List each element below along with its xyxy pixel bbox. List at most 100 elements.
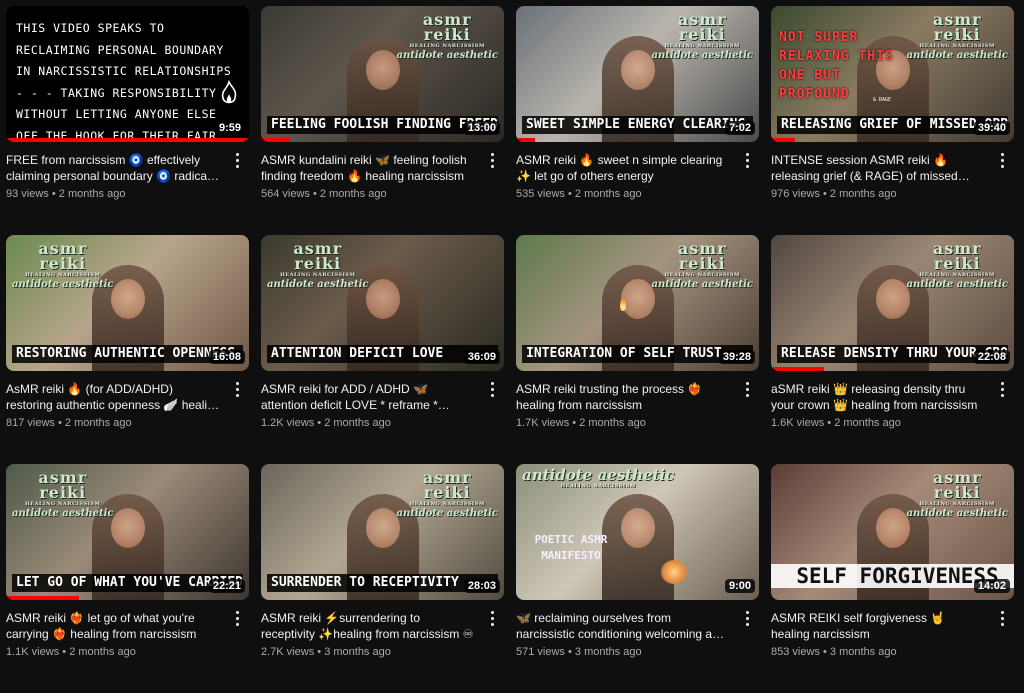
- view-count: 571 views: [516, 646, 565, 658]
- video-thumbnail[interactable]: asmr reiki HEALING NARCISSISM antidote ae…: [516, 6, 759, 142]
- video-stats: 853 views • 3 months ago: [771, 646, 986, 658]
- video-thumbnail[interactable]: asmr reiki HEALING NARCISSISM antidote ae…: [261, 464, 504, 600]
- video-thumbnail[interactable]: asmr reiki HEALING NARCISSISM antidote ae…: [516, 235, 759, 371]
- thumbnail-caption: SWEET SIMPLE ENERGY CLEARING: [522, 116, 753, 134]
- view-count: 535 views: [516, 188, 565, 200]
- more-options-icon[interactable]: [994, 379, 1010, 399]
- video-card[interactable]: asmr reiki HEALING NARCISSISM antidote ae…: [261, 6, 504, 235]
- video-stats: 976 views • 2 months ago: [771, 188, 986, 200]
- video-card[interactable]: THIS VIDEO SPEAKS TO RECLAIMING PERSONAL…: [6, 6, 249, 235]
- more-options-icon[interactable]: [739, 150, 755, 170]
- video-stats: 2.7K views • 3 months ago: [261, 646, 476, 658]
- more-options-icon[interactable]: [484, 608, 500, 628]
- view-count: 976 views: [771, 188, 820, 200]
- more-options-icon[interactable]: [484, 150, 500, 170]
- video-meta: ASMR REIKI self forgiveness 🤘 healing na…: [771, 600, 1014, 658]
- video-card[interactable]: asmr reiki HEALING NARCISSISM antidote ae…: [6, 235, 249, 464]
- video-card[interactable]: antidote aesthetic HEALING NARCISSISM PO…: [516, 464, 759, 693]
- upload-age: 2 months ago: [319, 188, 387, 200]
- video-stats: 817 views • 2 months ago: [6, 417, 221, 429]
- duration-badge: 9:00: [724, 579, 755, 593]
- video-stats: 535 views • 2 months ago: [516, 188, 731, 200]
- video-title[interactable]: ASMR kundalini reiki 🦋 feeling foolish f…: [261, 152, 476, 184]
- stats-separator: •: [57, 417, 65, 429]
- video-title[interactable]: ASMR reiki trusting the process ❤️‍🔥 hea…: [516, 381, 731, 413]
- upload-age: 2 months ago: [579, 417, 646, 429]
- neon-sign-small: & RAGE: [873, 97, 892, 103]
- brand-logo: antidote aesthetic HEALING NARCISSISM: [522, 466, 675, 490]
- neon-sign: NOT SUPER RELAXING THIS ONE BUT PROFOUND: [779, 30, 894, 102]
- more-options-icon[interactable]: [229, 608, 245, 628]
- duration-badge: 13:00: [463, 121, 500, 135]
- brand-logo: asmr reiki HEALING NARCISSISM antidote ae…: [651, 10, 753, 62]
- video-thumbnail[interactable]: asmr reiki HEALING NARCISSISM antidote ae…: [771, 464, 1014, 600]
- video-title[interactable]: ASMR reiki for ADD / ADHD 🦋 attention de…: [261, 381, 476, 413]
- video-meta: INTENSE session ASMR reiki 🔥 releasing g…: [771, 142, 1014, 200]
- video-thumbnail[interactable]: asmr reiki HEALING NARCISSISM antidote ae…: [6, 235, 249, 371]
- video-card[interactable]: asmr reiki HEALING NARCISSISM antidote ae…: [261, 235, 504, 464]
- video-card[interactable]: asmr reiki HEALING NARCISSISM antidote ae…: [771, 464, 1014, 693]
- video-stats: 1.7K views • 2 months ago: [516, 417, 731, 429]
- video-card[interactable]: asmr reiki HEALING NARCISSISM antidote ae…: [771, 235, 1014, 464]
- upload-age: 2 months ago: [64, 417, 132, 429]
- video-thumbnail[interactable]: THIS VIDEO SPEAKS TO RECLAIMING PERSONAL…: [6, 6, 249, 142]
- video-thumbnail[interactable]: asmr reiki HEALING NARCISSISM antidote ae…: [771, 235, 1014, 371]
- brand-logo: asmr reiki HEALING NARCISSISM antidote ae…: [267, 239, 369, 291]
- view-count: 1.2K views: [261, 417, 315, 429]
- video-title[interactable]: ASMR reiki ❤️‍🔥 let go of what you're ca…: [6, 610, 221, 642]
- more-options-icon[interactable]: [994, 150, 1010, 170]
- video-stats: 1.2K views • 2 months ago: [261, 417, 476, 429]
- video-grid: THIS VIDEO SPEAKS TO RECLAIMING PERSONAL…: [6, 6, 1014, 693]
- video-meta: ASMR reiki ❤️‍🔥 let go of what you're ca…: [6, 600, 249, 658]
- view-count: 2.7K views: [261, 646, 315, 658]
- video-card[interactable]: asmr reiki HEALING NARCISSISM antidote ae…: [516, 6, 759, 235]
- duration-badge: 22:21: [208, 579, 245, 593]
- upload-age: 2 months ago: [324, 417, 391, 429]
- view-count: 93 views: [6, 188, 49, 200]
- video-thumbnail[interactable]: asmr reiki HEALING NARCISSISM antidote ae…: [261, 235, 504, 371]
- video-thumbnail[interactable]: NOT SUPER RELAXING THIS ONE BUT PROFOUND…: [771, 6, 1014, 142]
- video-title[interactable]: FREE from narcissism 🧿 effectively claim…: [6, 152, 221, 184]
- brand-logo: asmr reiki HEALING NARCISSISM antidote ae…: [12, 468, 114, 520]
- more-options-icon[interactable]: [994, 608, 1010, 628]
- upload-age: 3 months ago: [829, 646, 897, 658]
- video-title[interactable]: 🦋 reclaiming ourselves from narcissistic…: [516, 610, 731, 642]
- more-options-icon[interactable]: [739, 608, 755, 628]
- video-title[interactable]: ASMR REIKI self forgiveness 🤘 healing na…: [771, 610, 986, 642]
- stats-separator: •: [312, 188, 320, 200]
- more-options-icon[interactable]: [739, 379, 755, 399]
- video-title[interactable]: AsMR reiki 🔥 (for ADD/ADHD) restoring au…: [6, 381, 221, 413]
- video-meta: aSMR reiki 👑 releasing density thru your…: [771, 371, 1014, 429]
- brand-logo: asmr reiki HEALING NARCISSISM antidote ae…: [12, 239, 114, 291]
- stats-separator: •: [822, 646, 830, 658]
- video-thumbnail[interactable]: antidote aesthetic HEALING NARCISSISM PO…: [516, 464, 759, 600]
- video-thumbnail[interactable]: asmr reiki HEALING NARCISSISM antidote ae…: [261, 6, 504, 142]
- video-title[interactable]: aSMR reiki 👑 releasing density thru your…: [771, 381, 986, 413]
- more-options-icon[interactable]: [229, 379, 245, 399]
- brand-logo: asmr reiki HEALING NARCISSISM antidote ae…: [906, 10, 1008, 62]
- video-card[interactable]: asmr reiki HEALING NARCISSISM antidote ae…: [6, 464, 249, 693]
- video-meta: ASMR kundalini reiki 🦋 feeling foolish f…: [261, 142, 504, 200]
- duration-badge: 22:08: [973, 350, 1010, 364]
- video-card[interactable]: asmr reiki HEALING NARCISSISM antidote ae…: [261, 464, 504, 693]
- more-options-icon[interactable]: [229, 150, 245, 170]
- video-meta: ASMR reiki for ADD / ADHD 🦋 attention de…: [261, 371, 504, 429]
- stats-separator: •: [822, 188, 830, 200]
- upload-age: 2 months ago: [69, 646, 136, 658]
- video-card[interactable]: asmr reiki HEALING NARCISSISM antidote ae…: [516, 235, 759, 464]
- video-card[interactable]: NOT SUPER RELAXING THIS ONE BUT PROFOUND…: [771, 6, 1014, 235]
- stats-separator: •: [51, 188, 59, 200]
- video-title[interactable]: INTENSE session ASMR reiki 🔥 releasing g…: [771, 152, 986, 184]
- more-options-icon[interactable]: [484, 379, 500, 399]
- video-title[interactable]: ASMR reiki 🔥 sweet n simple clearing ✨ l…: [516, 152, 731, 184]
- video-title[interactable]: ASMR reiki ⚡surrendering to receptivity …: [261, 610, 476, 642]
- brand-logo: asmr reiki HEALING NARCISSISM antidote ae…: [906, 239, 1008, 291]
- upload-age: 2 months ago: [834, 417, 901, 429]
- view-count: 1.7K views: [516, 417, 570, 429]
- duration-badge: 14:02: [973, 579, 1010, 593]
- upload-age: 2 months ago: [574, 188, 642, 200]
- video-meta: FREE from narcissism 🧿 effectively claim…: [6, 142, 249, 200]
- upload-age: 2 months ago: [829, 188, 897, 200]
- video-thumbnail[interactable]: asmr reiki HEALING NARCISSISM antidote ae…: [6, 464, 249, 600]
- upload-age: 3 months ago: [574, 646, 642, 658]
